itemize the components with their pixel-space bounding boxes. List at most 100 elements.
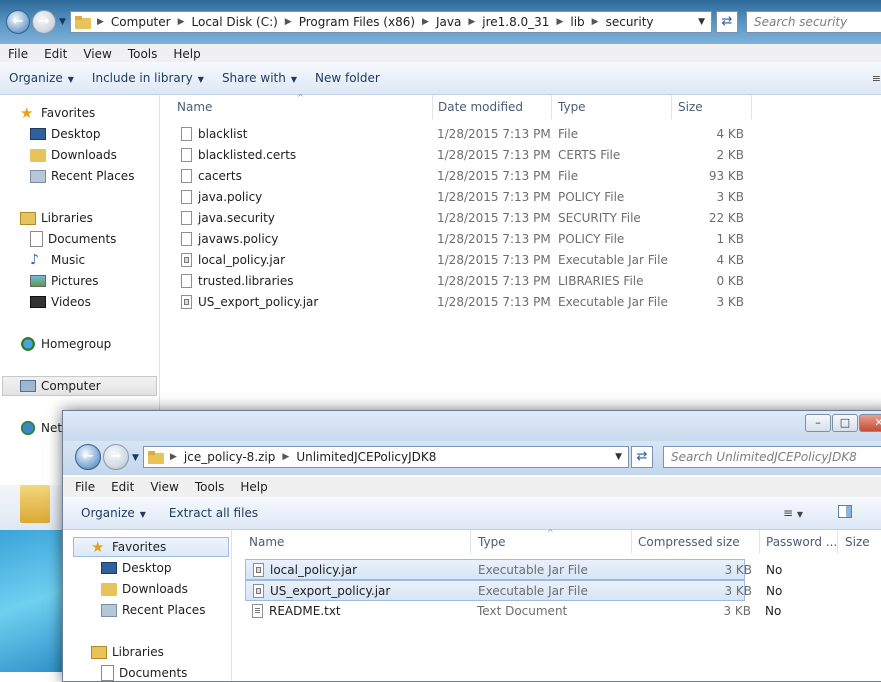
close-button[interactable]: ✕ [859, 414, 881, 432]
column-name[interactable]: Name [249, 535, 284, 549]
recent-pages-dropdown[interactable]: ▼ [59, 17, 66, 27]
breadcrumb-zip[interactable]: jce_policy-8.zip [179, 450, 280, 464]
organize-button[interactable]: Organize ▼ [63, 506, 155, 520]
view-options-icon[interactable]: ≡ ▼ [783, 506, 803, 520]
column-type[interactable]: Type [558, 100, 586, 114]
nav-pictures[interactable]: Pictures [30, 271, 99, 291]
file-name: US_export_policy.jar [270, 584, 391, 598]
forward-button[interactable]: → [103, 444, 129, 470]
file-size: 93 KB [708, 169, 744, 183]
column-compressed-size[interactable]: Compressed size [638, 535, 740, 549]
minimize-button[interactable]: – [805, 414, 831, 432]
breadcrumb-java[interactable]: Java [431, 15, 466, 29]
folder-icon [20, 485, 50, 523]
breadcrumb-local-disk[interactable]: Local Disk (C:) [187, 15, 283, 29]
search-input[interactable]: Search UnlimitedJCEPolicyJDK8 [663, 446, 881, 468]
column-size[interactable]: Size [678, 100, 703, 114]
star-icon: ★ [91, 538, 105, 556]
address-dropdown-icon[interactable]: ▼ [615, 452, 622, 462]
menu-view[interactable]: View [75, 47, 119, 61]
menu-edit[interactable]: Edit [103, 480, 142, 494]
table-row[interactable]: US_export_policy.jar 1/28/2015 7:13 PM Exe… [160, 292, 760, 313]
file-date-modified: 1/28/2015 7:13 PM [437, 190, 551, 204]
menu-tools[interactable]: Tools [187, 480, 233, 494]
breadcrumb-computer[interactable]: Computer [106, 15, 176, 29]
breadcrumb-lib[interactable]: lib [565, 15, 589, 29]
nav-downloads[interactable]: Downloads [101, 579, 188, 599]
forward-button[interactable]: → [32, 10, 56, 34]
search-input[interactable]: Search security [746, 11, 881, 33]
menu-help[interactable]: Help [165, 47, 208, 61]
column-password[interactable]: Password ... [766, 535, 837, 549]
column-date-modified[interactable]: Date modified [438, 100, 523, 114]
file-name: blacklist [198, 127, 248, 141]
file-size: 4 KB [716, 253, 744, 267]
refresh-button[interactable]: ⇄ [631, 446, 653, 468]
nav-favorites[interactable]: ★ Favorites [73, 537, 229, 557]
menu-help[interactable]: Help [232, 480, 275, 494]
table-row[interactable]: java.policy 1/28/2015 7:13 PM POLICY File 3… [160, 187, 760, 208]
breadcrumb-security[interactable]: security [601, 15, 659, 29]
nav-libraries[interactable]: Libraries [91, 642, 164, 662]
back-button[interactable]: ← [75, 444, 101, 470]
file-size: 3 KB [716, 190, 744, 204]
organize-button[interactable]: Organize ▼ [0, 71, 83, 85]
table-row[interactable]: blacklisted.certs 1/28/2015 7:13 PM CERTS … [160, 145, 760, 166]
breadcrumb-jre[interactable]: jre1.8.0_31 [477, 15, 554, 29]
file-type: File [558, 127, 579, 141]
table-row[interactable]: README.txt Text Document No 3 KB [245, 601, 781, 622]
nav-desktop[interactable]: Desktop [30, 124, 101, 144]
breadcrumb-unlimited-jce[interactable]: UnlimitedJCEPolicyJDK8 [291, 450, 441, 464]
table-row[interactable]: local_policy.jar Executable Jar File No 3 K… [245, 559, 782, 580]
nav-recent-places[interactable]: Recent Places [101, 600, 205, 620]
nav-favorites[interactable]: ★ Favorites [20, 103, 95, 123]
table-row[interactable]: blacklist 1/28/2015 7:13 PM File 4 KB [160, 124, 760, 145]
table-row[interactable]: java.security 1/28/2015 7:13 PM SECURITY F… [160, 208, 760, 229]
column-name[interactable]: Name [177, 100, 212, 114]
nav-downloads[interactable]: Downloads [30, 145, 117, 165]
menu-file[interactable]: File [63, 480, 103, 494]
extract-all-files-button[interactable]: Extract all files [155, 506, 267, 520]
menu-edit[interactable]: Edit [36, 47, 75, 61]
file-name: README.txt [269, 604, 341, 618]
folder-icon [75, 15, 91, 29]
nav-libraries[interactable]: Libraries [20, 208, 93, 228]
nav-music[interactable]: ♪ Music [30, 250, 85, 270]
table-row[interactable]: javaws.policy 1/28/2015 7:13 PM POLICY Fil… [160, 229, 760, 250]
nav-computer[interactable]: Computer [2, 376, 157, 396]
jar-icon [181, 295, 192, 309]
include-in-library-button[interactable]: Include in library ▼ [83, 71, 213, 85]
nav-homegroup[interactable]: Homegroup [20, 334, 111, 354]
address-bar[interactable]: ▶ jce_policy-8.zip ▶ UnlimitedJCEPolicyJ… [143, 446, 629, 468]
refresh-button[interactable]: ⇄ [716, 11, 738, 33]
jar-icon [253, 563, 264, 577]
table-row[interactable]: US_export_policy.jar Executable Jar File N… [245, 580, 782, 601]
view-options-icon[interactable]: ≡ [872, 72, 881, 85]
menu-tools[interactable]: Tools [120, 47, 166, 61]
nav-recent-places[interactable]: Recent Places [30, 166, 134, 186]
share-with-button[interactable]: Share with ▼ [213, 71, 306, 85]
maximize-button[interactable]: □ [832, 414, 858, 432]
address-bar[interactable]: ▶ Computer ▶ Local Disk (C:) ▶ Program F… [70, 11, 712, 33]
menu-view[interactable]: View [142, 480, 186, 494]
nav-desktop[interactable]: Desktop [101, 558, 172, 578]
nav-documents[interactable]: Documents [101, 663, 187, 681]
jar-icon [253, 584, 264, 598]
table-row[interactable]: trusted.libraries 1/28/2015 7:13 PM LIBRAR… [160, 271, 760, 292]
nav-videos[interactable]: Videos [30, 292, 91, 312]
dropdown-icon: ▼ [197, 75, 204, 84]
menu-file[interactable]: File [0, 47, 36, 61]
address-dropdown-icon[interactable]: ▼ [698, 17, 705, 27]
table-row[interactable]: local_policy.jar 1/28/2015 7:13 PM Executa… [160, 250, 760, 271]
breadcrumb-program-files[interactable]: Program Files (x86) [294, 15, 420, 29]
file-size: 2 KB [716, 148, 744, 162]
nav-documents[interactable]: Documents [30, 229, 116, 249]
file-type: POLICY File [558, 232, 625, 246]
preview-pane-icon[interactable] [838, 505, 852, 518]
column-size[interactable]: Size [845, 535, 870, 549]
back-button[interactable]: ← [6, 10, 30, 34]
table-row[interactable]: cacerts 1/28/2015 7:13 PM File 93 KB [160, 166, 760, 187]
new-folder-button[interactable]: New folder [306, 71, 389, 85]
column-type[interactable]: Type [478, 535, 506, 549]
recent-pages-dropdown[interactable]: ▼ [132, 453, 139, 463]
